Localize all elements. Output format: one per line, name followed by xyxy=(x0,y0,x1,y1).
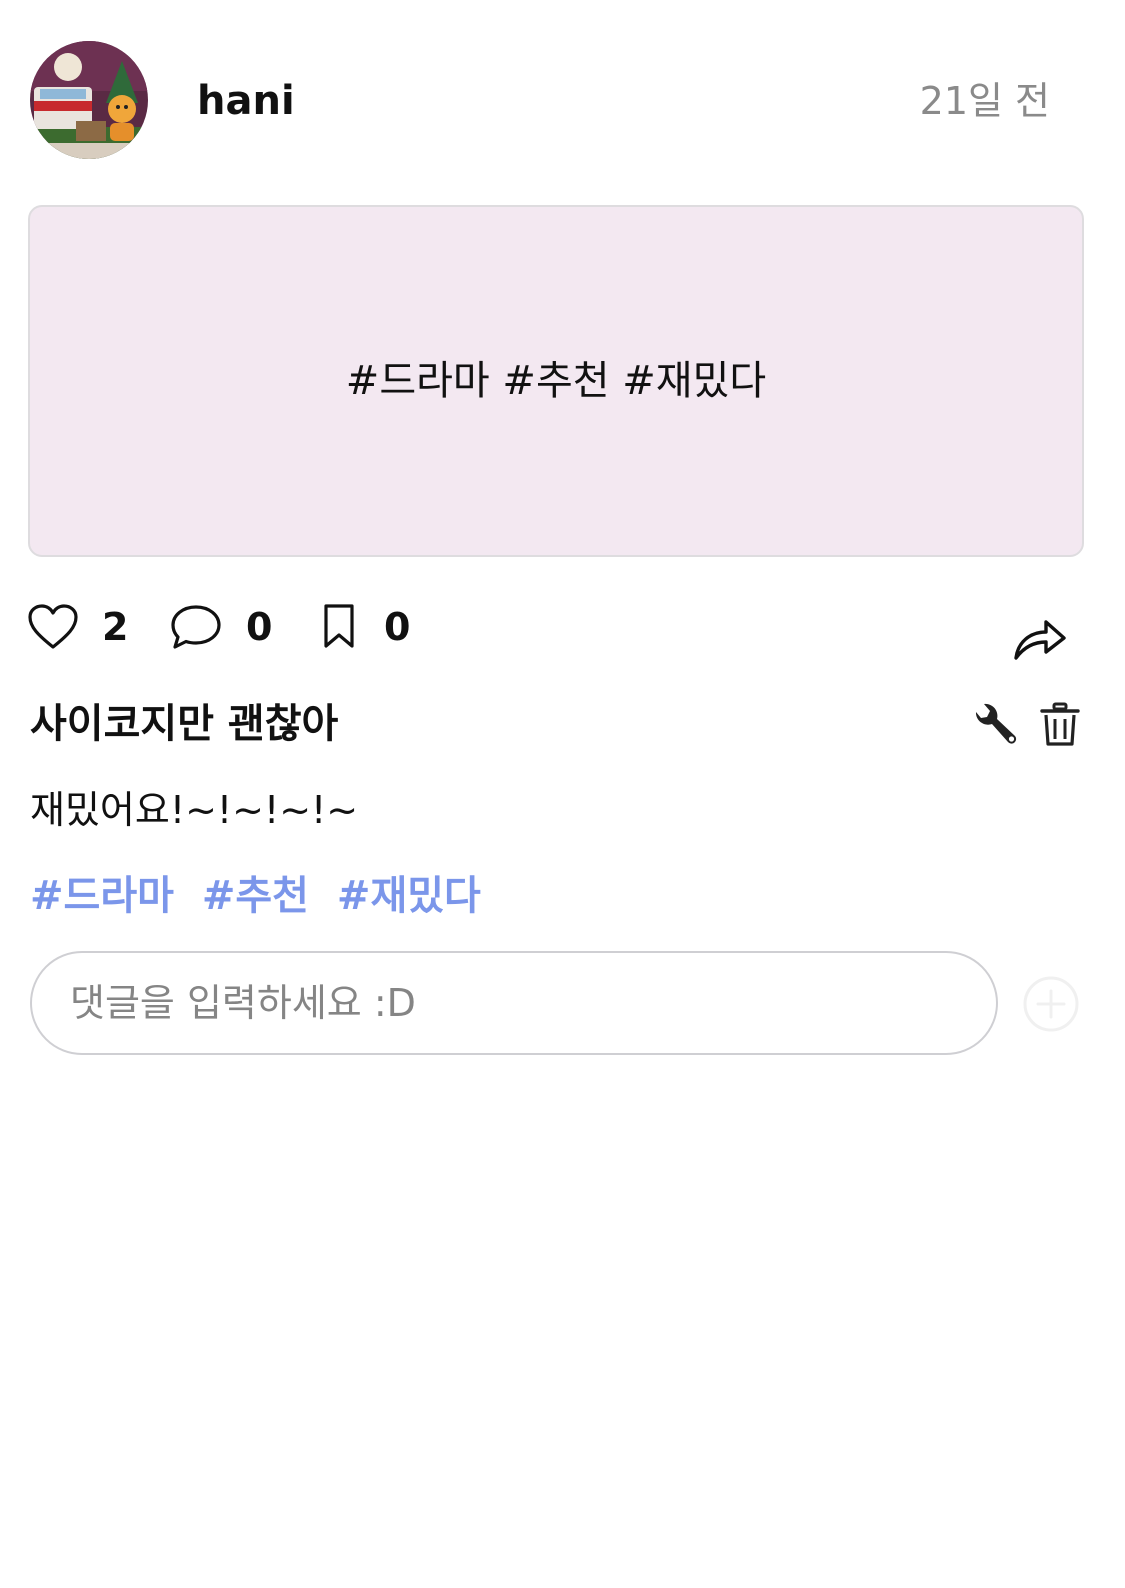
tag-list: #드라마 #추천 #재밌다 xyxy=(30,870,495,922)
bookmark-count: 0 xyxy=(384,605,411,649)
post-header: hani 21일 전 xyxy=(0,0,1125,200)
share-button[interactable] xyxy=(1012,614,1068,662)
post-actions: 2 0 0 xyxy=(0,595,1125,675)
comment-button[interactable]: 0 xyxy=(170,595,272,659)
heart-icon xyxy=(28,604,78,649)
tag-recommend[interactable]: #추천 xyxy=(202,873,309,919)
delete-button[interactable] xyxy=(1040,702,1080,748)
post-body: 재밌어요!~!~!~!~ xyxy=(30,788,359,832)
username[interactable]: hani xyxy=(197,76,295,126)
bookmark-button[interactable]: 0 xyxy=(318,595,410,659)
tag-fun[interactable]: #재밌다 xyxy=(337,873,481,919)
hashtag-card: #드라마 #추천 #재밌다 xyxy=(28,205,1084,557)
edit-button[interactable] xyxy=(972,702,1020,750)
bookmark-icon xyxy=(324,604,354,648)
like-button[interactable]: 2 xyxy=(28,595,128,659)
like-count: 2 xyxy=(102,605,129,649)
speech-bubble-icon xyxy=(171,605,221,649)
add-comment-button[interactable] xyxy=(1022,975,1080,1033)
tag-drama[interactable]: #드라마 xyxy=(30,873,174,919)
comment-input[interactable] xyxy=(30,951,998,1055)
comment-count: 0 xyxy=(246,605,273,649)
post-title-row: 사이코지만 괜찮아 xyxy=(30,696,1090,756)
hashtag-card-text: #드라마 #추천 #재밌다 xyxy=(345,358,767,404)
avatar-image xyxy=(30,41,148,159)
avatar[interactable] xyxy=(30,41,148,159)
trash-icon xyxy=(1040,702,1080,746)
plus-circle-icon xyxy=(1023,976,1079,1032)
post-title: 사이코지만 괜찮아 xyxy=(30,701,339,747)
wrench-icon xyxy=(975,703,1017,744)
share-arrow-icon xyxy=(1014,620,1066,660)
post-timestamp: 21일 전 xyxy=(919,79,1050,123)
